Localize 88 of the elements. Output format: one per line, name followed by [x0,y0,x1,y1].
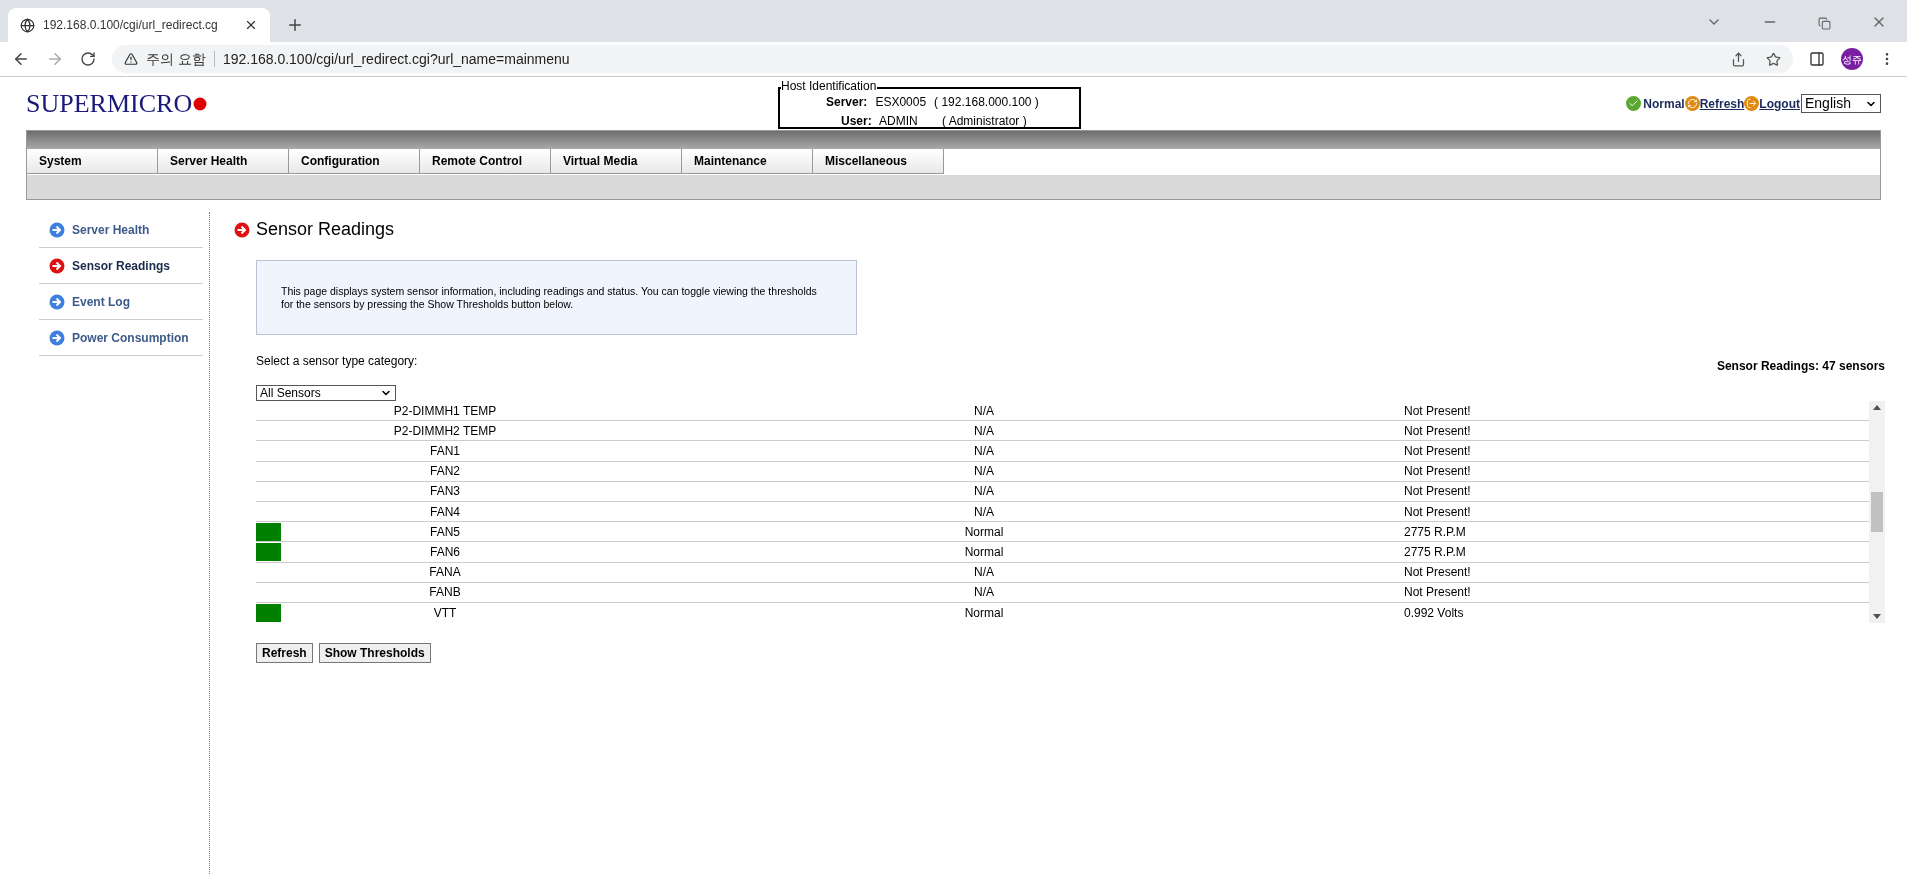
sensor-status: N/A [973,463,995,481]
sensor-reading: Not Present! [1403,584,1471,602]
arrow-circle-icon [49,293,65,310]
sensor-name: FAN6 [429,543,461,561]
menu-item[interactable]: Miscellaneous [813,149,944,174]
logout-link[interactable]: Logout [1759,94,1800,113]
scroll-down-icon[interactable] [1873,614,1881,620]
sensor-reading: Not Present! [1403,463,1471,481]
logo: SUPERMICRO [26,84,208,123]
sensor-status: Normal [963,604,1005,622]
arrow-circle-icon [49,257,65,274]
language-select[interactable]: English [1801,94,1881,113]
sensor-reading: Not Present! [1403,564,1471,582]
sensor-status: N/A [973,402,995,420]
sensor-count: Sensor Readings: 47 sensors [1716,358,1885,375]
sensor-name: FAN2 [429,463,461,481]
sensor-reading: Not Present! [1403,483,1471,501]
star-icon[interactable] [1766,51,1781,67]
sensor-status: Normal [963,543,1005,561]
url-text: 192.168.0.100/cgi/url_redirect.cgi?url_name=mainmenu [222,49,570,69]
scroll-thumb[interactable] [1871,492,1883,533]
category-label: Select a sensor type category: [256,353,418,370]
browser-tab[interactable]: 192.168.0.100/cgi/url_redirect.cg [8,8,270,42]
host-identification-legend: Host Identification [781,80,878,92]
info-text: This page displays system sensor information, including readings and status. You can toggle viewing the thresholds for the sensors by pressing the Show Thresholds button below. [281,284,818,311]
scroll-up-icon[interactable] [1873,405,1881,410]
tab-title: 192.168.0.100/cgi/url_redirect.cg [43,17,219,34]
page-title: Sensor Readings [256,218,395,241]
sensor-reading: Not Present! [1403,442,1471,460]
show-thresholds-button[interactable]: Show Thresholds [318,643,431,664]
sensor-reading: 2775 R.P.M [1403,523,1466,541]
sensor-status: N/A [973,503,995,521]
sensor-status: N/A [973,442,995,460]
menu-item[interactable]: Server Health [158,149,289,174]
server-label: Server: [826,94,868,111]
logo-dot-icon [193,96,208,111]
security-label: 주의 요함 [146,49,206,69]
profile-avatar[interactable]: 성쥬 [1841,48,1863,70]
sensor-reading: 0.992 Volts [1403,604,1464,622]
sensor-status: Normal [963,523,1005,541]
refresh-link[interactable]: Refresh [1699,94,1745,113]
status-text: Normal [1643,95,1685,113]
new-tab-icon[interactable] [286,16,304,34]
menu-item[interactable]: Configuration [289,149,420,174]
reload-icon[interactable] [80,51,96,67]
sensor-status: N/A [973,584,995,602]
sensor-reading: Not Present! [1403,503,1471,521]
refresh-button[interactable]: Refresh [256,643,313,664]
scrollbar[interactable] [1869,401,1885,624]
sensor-name: FAN3 [429,483,461,501]
sensor-name: FAN4 [429,503,461,521]
sensor-name: FAN1 [429,442,461,460]
arrow-circle-icon [49,221,65,238]
arrow-circle-icon [234,221,250,238]
user-name: ADMIN [878,113,919,130]
menu-item[interactable]: Virtual Media [551,149,682,174]
sidebar-item[interactable]: Server Health [39,212,203,248]
sidebar-item[interactable]: Power Consumption [39,320,203,356]
sensor-reading: Not Present! [1403,422,1471,440]
sensor-name: P2-DIMMH2 TEMP [392,422,498,440]
server-ip: ( 192.168.000.100 ) [934,94,1039,111]
close-icon[interactable] [244,18,258,32]
server-name: ESX0005 [875,94,927,111]
restore-icon[interactable] [1818,17,1831,30]
sensor-status: N/A [973,483,995,501]
side-panel-icon[interactable] [1809,51,1825,67]
back-icon[interactable] [12,50,30,68]
sensor-status: N/A [973,422,995,440]
warning-icon [124,52,138,66]
address-bar[interactable]: 주의 요함 192.168.0.100/cgi/url_redirect.cgi?url_name=mainmenu [112,45,1793,73]
sidebar-item[interactable]: Sensor Readings [39,248,203,284]
sensor-reading: 2775 R.P.M [1403,543,1466,561]
sensor-status: N/A [973,564,995,582]
menu-item[interactable]: Maintenance [682,149,813,174]
sensor-reading: Not Present! [1403,402,1471,420]
category-select[interactable]: All Sensors [256,385,396,401]
share-icon[interactable] [1731,51,1746,67]
menu-item[interactable]: Remote Control [420,149,551,174]
sensor-name: FANB [428,584,462,602]
sidebar-item[interactable]: Event Log [39,284,203,320]
globe-icon [20,17,35,33]
arrow-circle-icon [49,329,65,346]
user-label: User: [841,113,873,130]
menu-item[interactable]: System [27,149,158,174]
sensor-name: P2-DIMMH1 TEMP [392,402,498,420]
sensor-name: FAN5 [429,523,461,541]
sensor-name: VTT [432,604,458,622]
sensor-name: FANA [428,564,462,582]
